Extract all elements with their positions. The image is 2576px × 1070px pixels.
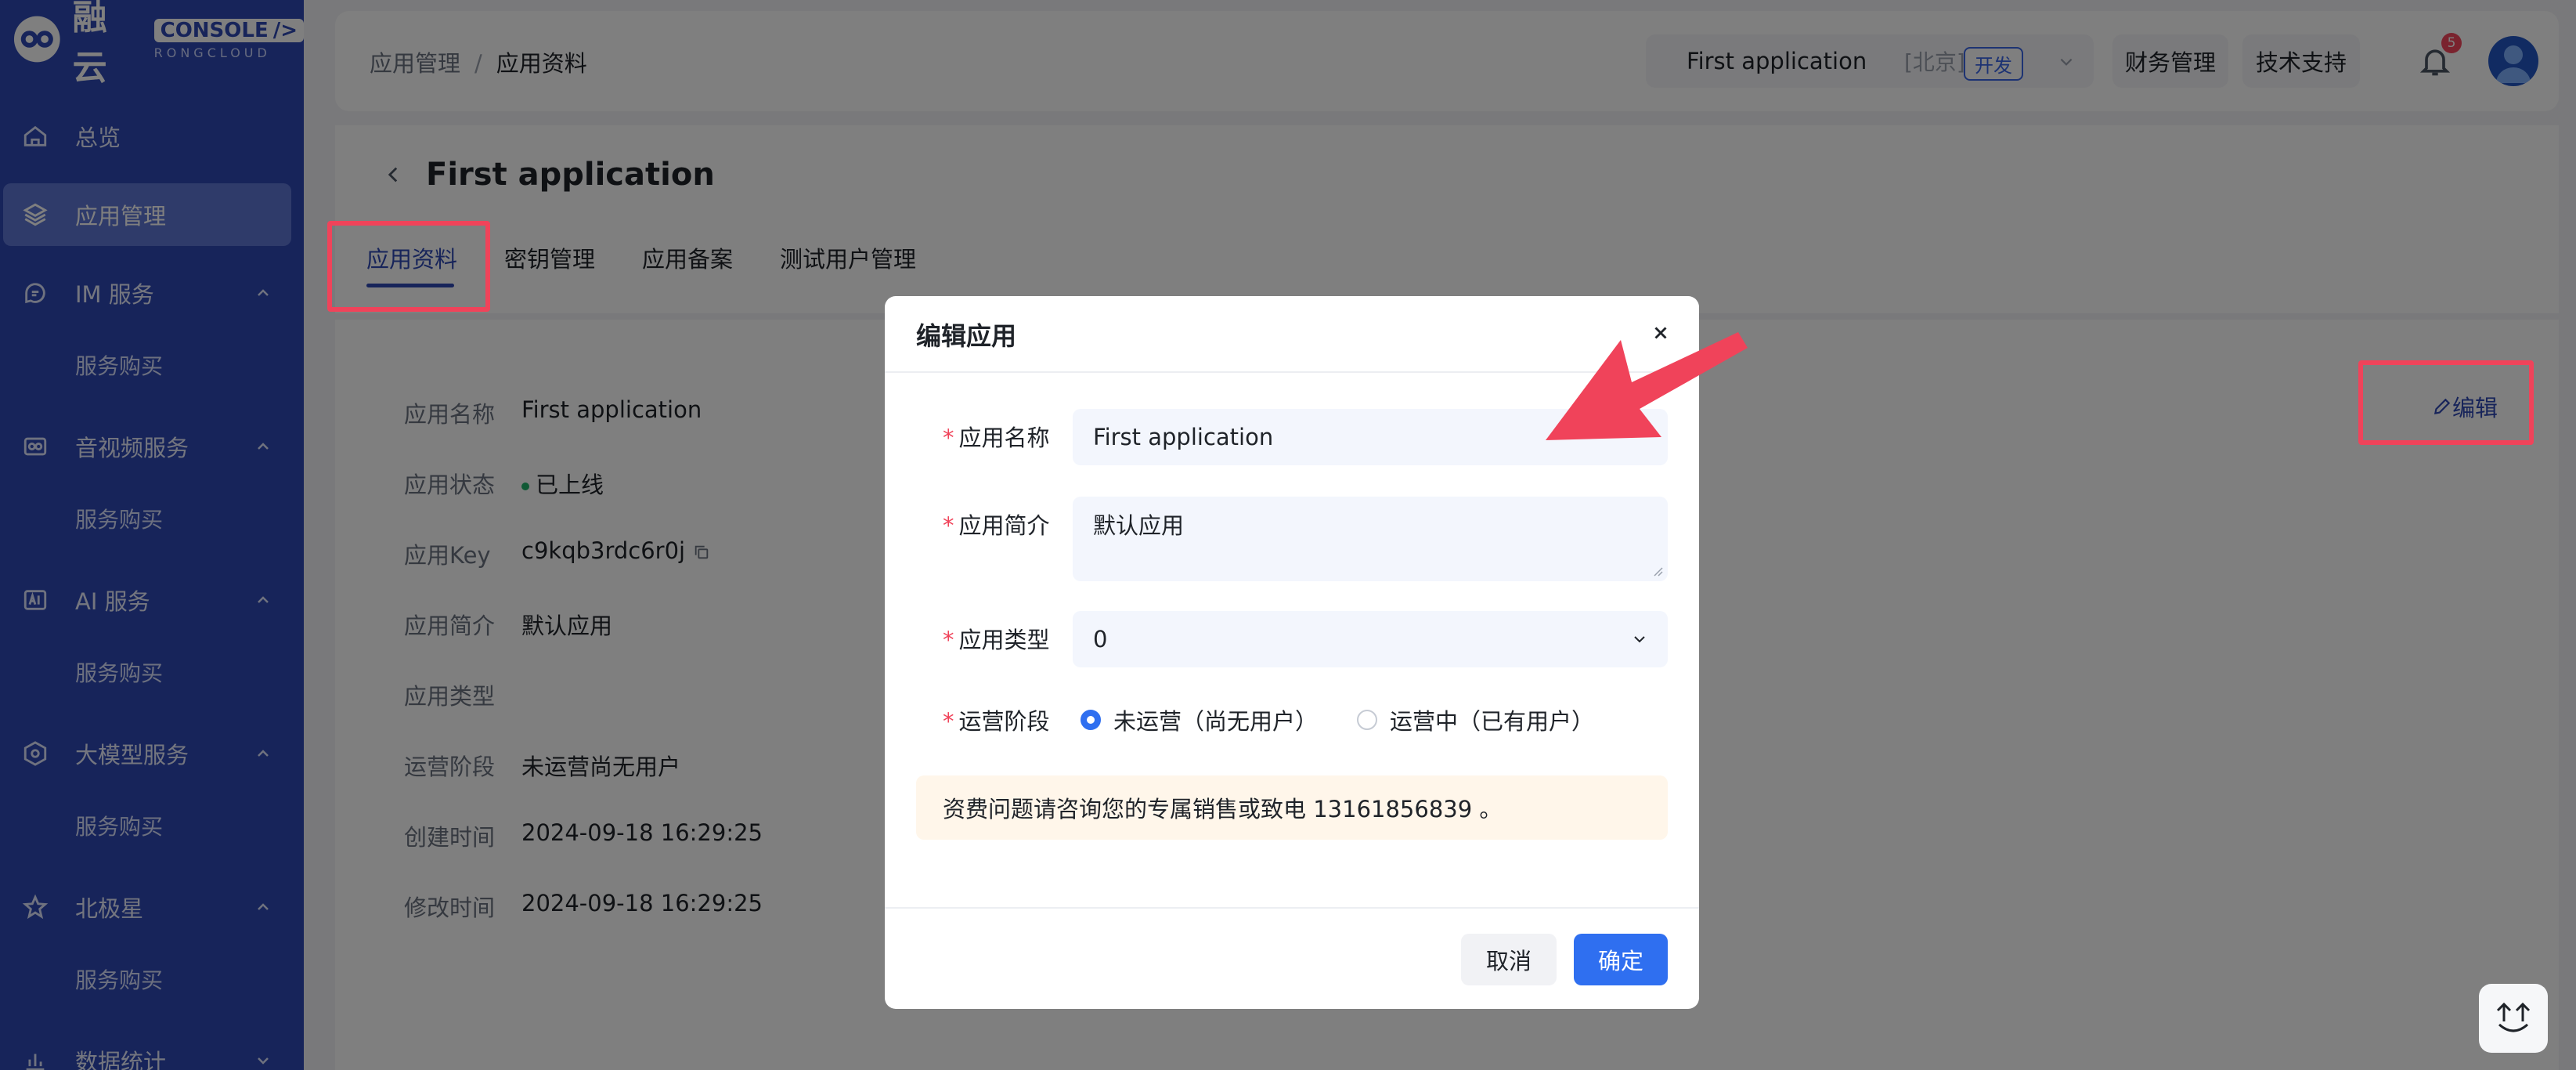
- required-mark: *: [943, 512, 954, 539]
- app-type-label-text: 应用类型: [958, 627, 1050, 653]
- stage-label-text: 运营阶段: [958, 708, 1050, 735]
- radio-operating[interactable]: [1357, 710, 1378, 730]
- highlight-box-edit-link: [2358, 360, 2534, 445]
- chevron-down-icon: [1634, 636, 1645, 643]
- robot-helper-icon: [2496, 1002, 2531, 1032]
- app-desc-label: * 应用简介: [943, 508, 1050, 540]
- pricing-notice: 资费问题请咨询您的专属销售或致电 13161856839 。: [916, 775, 1668, 840]
- app-desc-textarea[interactable]: 默认应用: [1073, 497, 1668, 581]
- edit-app-dialog: 编辑应用 * 应用名称 First application * 应用简介 默认应用 …: [885, 296, 1699, 1009]
- app-type-value: 0: [1093, 626, 1108, 652]
- confirm-button[interactable]: 确定: [1574, 934, 1668, 985]
- dialog-footer-divider: [885, 907, 1699, 909]
- required-mark: *: [943, 627, 954, 653]
- radio-operating-label[interactable]: 运营中（已有用户）: [1390, 703, 1594, 736]
- app-name-label: * 应用名称: [943, 420, 1050, 453]
- required-mark: *: [943, 708, 954, 735]
- app-name-label-text: 应用名称: [958, 425, 1050, 451]
- app-desc-label-text: 应用简介: [958, 512, 1050, 539]
- stage-radio-group: 未运营（尚无用户） 运营中（已有用户）: [1081, 703, 1594, 736]
- app-desc-value: 默认应用: [1093, 512, 1185, 539]
- radio-not-operating-label[interactable]: 未运营（尚无用户）: [1113, 703, 1318, 736]
- radio-not-operating[interactable]: [1081, 710, 1101, 730]
- app-type-select[interactable]: 0: [1073, 611, 1668, 667]
- dialog-header: 编辑应用: [885, 296, 1699, 373]
- app-type-label: * 应用类型: [943, 622, 1050, 655]
- stage-label: * 运营阶段: [943, 703, 1050, 736]
- resize-handle-icon[interactable]: [1651, 564, 1663, 577]
- highlight-box-app-info-tab: [327, 221, 490, 312]
- floating-helper-button[interactable]: [2479, 984, 2548, 1053]
- cancel-button[interactable]: 取消: [1461, 934, 1557, 985]
- close-icon[interactable]: [1651, 323, 1671, 343]
- required-mark: *: [943, 425, 954, 451]
- dialog-title: 编辑应用: [916, 321, 1017, 351]
- app-name-input[interactable]: First application: [1073, 409, 1668, 465]
